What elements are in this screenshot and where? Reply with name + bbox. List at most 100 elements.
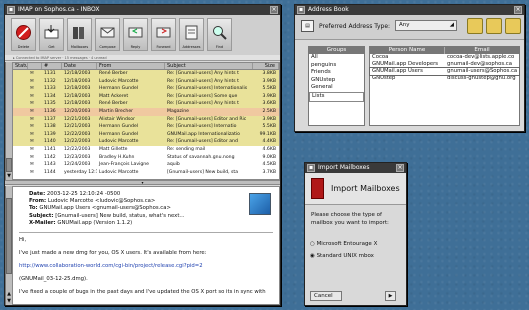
size-cell: 99.1KB <box>259 131 276 137</box>
from-cell: Matt Ackeret <box>99 93 129 99</box>
list-item[interactable]: GNUMail.app Users gnumail-users@Sophos.ca <box>369 67 520 76</box>
col-status[interactable]: Statu <box>13 63 28 69</box>
miniaturize-icon[interactable]: ▪ <box>307 164 315 172</box>
mail-window: ▪ IMAP on Sophos.ca - INBOX × Delete Get M… <box>4 4 281 306</box>
table-row[interactable]: ✉ 1134 12/18/2003 Matt Ackeret Re: [Gnumail-… <box>13 92 279 101</box>
group-item[interactable]: GNUstep <box>311 77 364 85</box>
close-icon[interactable]: × <box>396 164 404 172</box>
toolbar-label: Get <box>48 45 55 49</box>
forward-button[interactable]: Forward <box>151 18 176 51</box>
number-cell: 1138 <box>44 124 56 130</box>
address-book-titlebar[interactable]: ▪ Address Book × <box>295 5 524 15</box>
table-row[interactable]: ✉ 1142 12/23/2003 Bradley H.Kuhn Status of s… <box>13 153 279 162</box>
table-row[interactable]: ✉ 1137 12/21/2003 Alistair Windsor Re: [Gnum… <box>13 115 279 124</box>
message-view-scrollbar[interactable]: ▲ ▼ <box>5 186 12 305</box>
col-email[interactable]: Email <box>445 47 519 54</box>
compose-button[interactable]: Compose <box>95 18 120 51</box>
mailer-label: X-Mailer: <box>29 219 56 226</box>
header-mailer: GNUMail.app (Version 1.1.2) <box>57 219 133 226</box>
from-cell: Martin Brecher <box>99 108 134 114</box>
col-date[interactable]: Date <box>62 63 97 69</box>
table-row[interactable]: ✉ 1135 12/18/2003 René Berber Re: [Gnumail-u… <box>13 100 279 108</box>
table-row[interactable]: ✉ 1143 12/24/2003 Jean-François Lavigne aqui… <box>13 161 279 169</box>
mailboxes-button[interactable]: Mailboxes <box>67 18 92 51</box>
header-from[interactable]: Ludovic Marcotte <ludovic@Sophos.ca> <box>48 198 155 204</box>
size-cell: 2.5KB <box>262 108 276 114</box>
close-icon[interactable]: × <box>514 6 522 14</box>
from-cell: Ludovic Marcotte <box>99 78 139 84</box>
col-from[interactable]: From <box>97 63 165 69</box>
remove-button[interactable] <box>505 18 521 34</box>
body-greeting: Hi, <box>19 237 27 244</box>
envelope-icon: ✉ <box>30 124 34 130</box>
table-row[interactable]: ✉ 1139 12/22/2003 Hermann Gundel GNUMail.app… <box>13 130 279 139</box>
addresses-button[interactable]: Addresses <box>179 18 204 51</box>
number-cell: 1131 <box>44 71 56 76</box>
radio-icon[interactable]: ○ <box>310 241 315 247</box>
reply-icon <box>127 24 144 41</box>
mailbox-icon <box>311 178 324 199</box>
subject-cell: Re: [Gnumail-users] Internationalis <box>167 86 248 92</box>
size-cell: 5.5KB <box>262 86 276 92</box>
group-item[interactable]: Friends <box>311 69 364 77</box>
mail-titlebar[interactable]: ▪ IMAP on Sophos.ca - INBOX × <box>5 5 280 15</box>
envelope-icon: ✉ <box>30 131 34 137</box>
group-item[interactable]: General <box>311 84 364 92</box>
col-size[interactable]: Size <box>253 63 279 69</box>
option-entourage[interactable]: ○ Microsoft Entourage X <box>310 241 377 247</box>
import-titlebar[interactable]: ▪ Import Mailboxes × <box>305 163 406 173</box>
date-cell: 12/18/2003 <box>64 93 91 99</box>
table-row[interactable]: ✉ 1133 12/18/2003 Hermann Gundel Re: [Gnumai… <box>13 85 279 93</box>
envelope-icon: ✉ <box>30 86 34 92</box>
group-item[interactable]: All <box>311 54 364 62</box>
splitter[interactable]: ▾ <box>5 180 280 185</box>
person-email: cocoa-dev@lists.apple.co <box>447 54 515 60</box>
group-item[interactable]: penguins <box>311 62 364 70</box>
list-item[interactable]: GNUstep discuss-gnustep@gnu.org <box>370 75 519 82</box>
add-person-button[interactable] <box>467 18 483 34</box>
option-entourage-label: Microsoft Entourage X <box>316 241 378 247</box>
table-row[interactable]: ✉ 1132 12/18/2003 Ludovic Marcotte Re: [Gnum… <box>13 77 279 86</box>
chevron-down-icon: ◢ <box>449 22 454 28</box>
add-group-button[interactable] <box>486 18 502 34</box>
delete-button[interactable]: Delete <box>11 18 36 51</box>
from-cell: Hermann Gundel <box>99 86 139 92</box>
table-row[interactable]: ✉ 1141 12/22/2003 Matt Gillette Re: sending … <box>13 145 279 154</box>
message-list: Statu # Date From Subject Size ✉ 1131 12/1… <box>12 62 280 180</box>
mail-window-title: IMAP on Sophos.ca - INBOX <box>18 6 100 13</box>
reply-button[interactable]: Reply <box>123 18 148 51</box>
number-cell: 1135 <box>44 101 56 107</box>
release-link[interactable]: http://www.collaboration-world.com/cgi-b… <box>19 263 273 270</box>
table-row[interactable]: ✉ 1144 yesterday 12:10Ludovic Marcotte [Gnu… <box>13 168 279 177</box>
cancel-button[interactable]: Cancel <box>310 291 342 301</box>
col-subject[interactable]: Subject <box>165 63 253 69</box>
message-body: Hi, I've just made a new dmg for you, OS… <box>19 237 273 296</box>
list-item[interactable]: GNUMail.app Developers gnumail-dev@sophos… <box>370 61 519 68</box>
table-row[interactable]: ✉ 1138 12/21/2003 Hermann Gundel Re: [Gnumai… <box>13 123 279 131</box>
table-row[interactable]: ✉ 1140 12/22/2003 Ludovic Marcotte Re: [Gnum… <box>13 138 279 146</box>
subject-cell: Re: [Gnumail-users] Editor and Ric <box>167 116 247 122</box>
message-list-scrollbar[interactable]: ▼ <box>5 62 12 180</box>
preferred-address-select[interactable]: Any ◢ <box>395 20 457 31</box>
table-row[interactable]: ✉ 1136 12/20/2003 Martin Brecher Magazine 2.5… <box>13 107 279 116</box>
list-item[interactable]: Cocoa cocoa-dev@lists.apple.co <box>370 54 519 61</box>
header-to[interactable]: GNUMail.app Users <gnumail-users@Sophos.… <box>39 205 171 211</box>
col-number[interactable]: # <box>42 63 62 69</box>
date-cell: 12/23/2003 <box>64 154 91 160</box>
get-button[interactable]: Get <box>39 18 64 51</box>
table-row[interactable]: ✉ 1131 12/18/2003 René Berber Re: [Gnumail-u… <box>13 70 279 78</box>
mailboxes-icon <box>71 24 88 41</box>
group-item[interactable]: Lists <box>309 91 364 102</box>
radio-selected-icon[interactable]: ◉ <box>310 253 315 259</box>
find-button[interactable]: Find <box>207 18 232 51</box>
col-person-name[interactable]: Person Name <box>370 47 445 54</box>
size-cell: 3.9KB <box>262 116 276 122</box>
option-unix-mbox[interactable]: ◉ Standard UNIX mbox <box>310 253 374 259</box>
next-button[interactable]: ▶ <box>385 291 396 301</box>
close-icon[interactable]: × <box>270 6 278 14</box>
person-email: gnumail-users@Sophos.ca <box>447 68 518 74</box>
miniaturize-icon[interactable]: ▪ <box>297 6 305 14</box>
miniaturize-icon[interactable]: ▪ <box>7 6 15 14</box>
address-card-icon[interactable]: ▤ <box>301 20 314 32</box>
number-cell: 1142 <box>44 154 56 160</box>
